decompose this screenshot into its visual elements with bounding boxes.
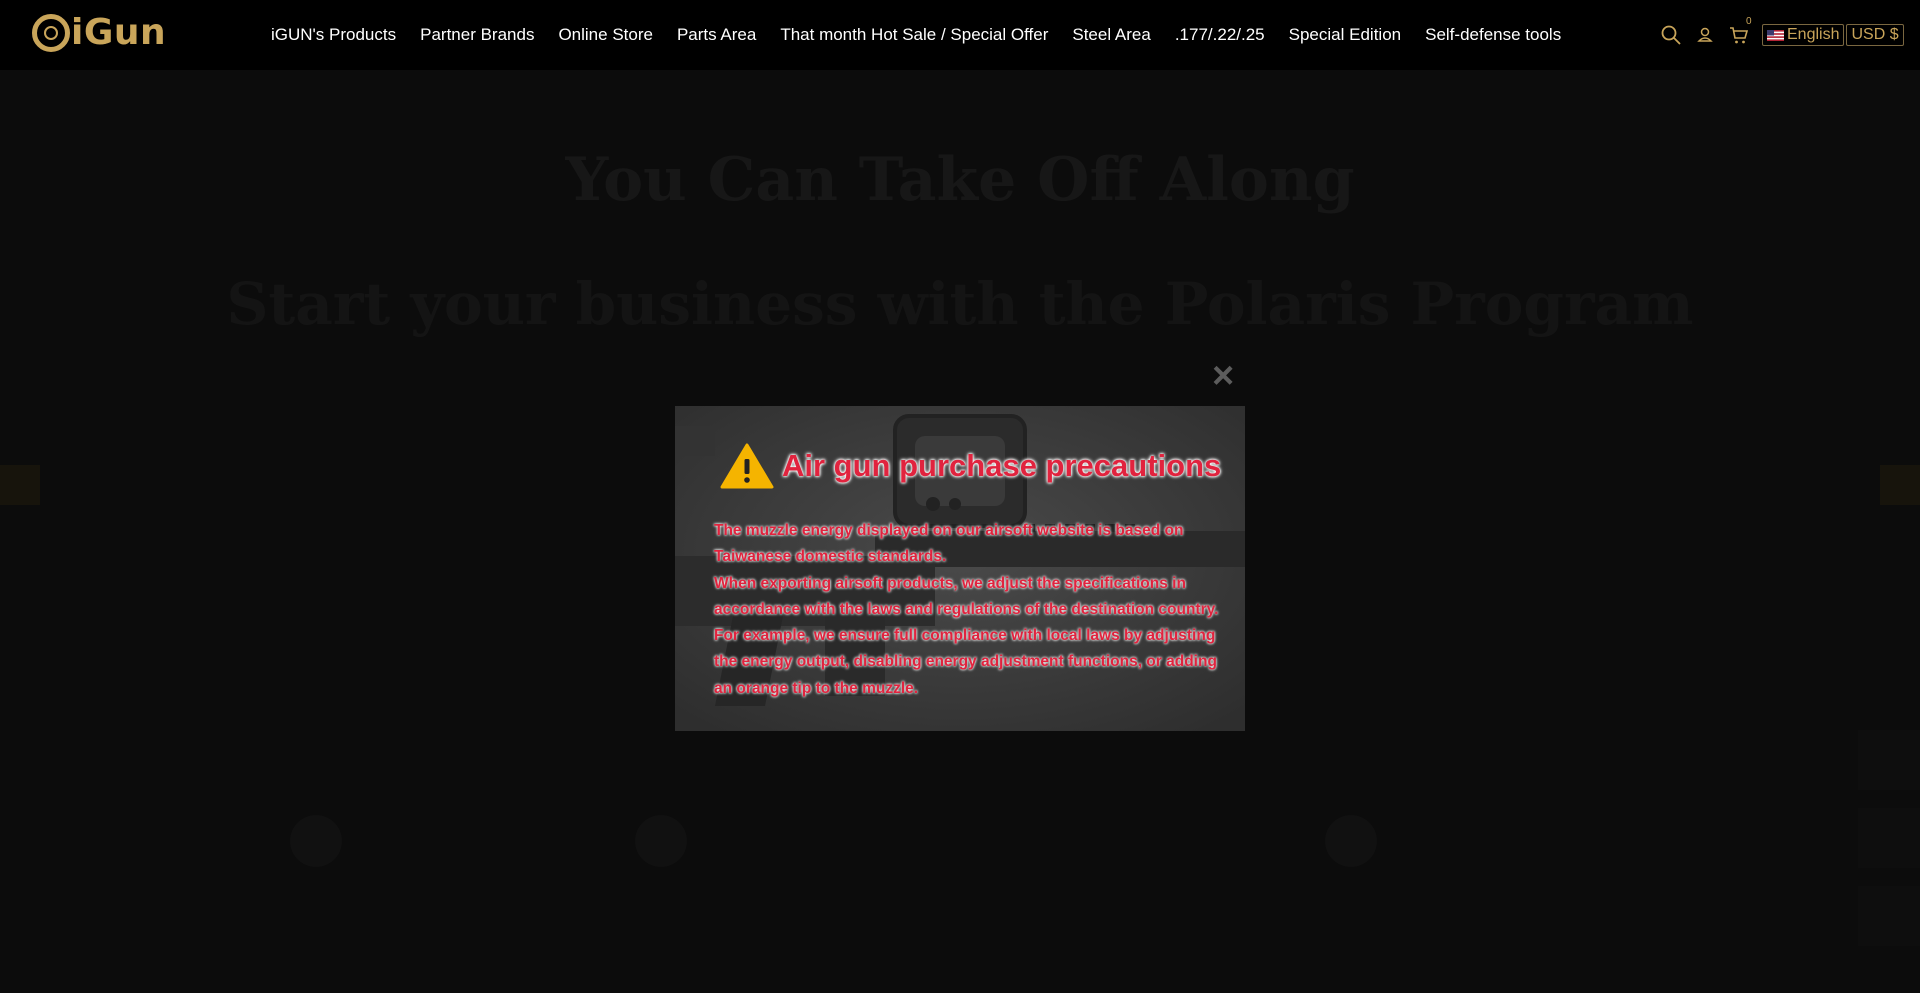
modal-text-line: the energy output, disabling energy adju… [714, 653, 1217, 671]
user-icon[interactable] [1694, 24, 1716, 46]
modal-body: The muzzle energy displayed on our airso… [714, 518, 1224, 702]
modal-header: Air gun purchase precautions [720, 442, 1221, 490]
us-flag-icon [1767, 29, 1784, 41]
modal-text-line: For example, we ensure full compliance w… [714, 627, 1216, 645]
precautions-modal: Air gun purchase precautions The muzzle … [675, 406, 1245, 731]
nav-item-hot-sale[interactable]: That month Hot Sale / Special Offer [780, 25, 1048, 45]
modal-text-line: an orange tip to the muzzle. [714, 679, 919, 697]
language-label: English [1787, 26, 1840, 43]
search-icon[interactable] [1660, 24, 1682, 46]
modal-title: Air gun purchase precautions [782, 448, 1222, 483]
header-tools: 0 English USD $ [1660, 0, 1906, 70]
logo-mark-icon [32, 13, 70, 52]
nav-item-partner-brands[interactable]: Partner Brands [420, 25, 534, 45]
nav-item-self-defense[interactable]: Self-defense tools [1425, 25, 1561, 45]
modal-text-line: Taiwanese domestic standards. [714, 548, 947, 566]
nav-item-special-edition[interactable]: Special Edition [1289, 25, 1401, 45]
nav-item-online-store[interactable]: Online Store [558, 25, 653, 45]
nav-item-parts-area[interactable]: Parts Area [677, 25, 756, 45]
logo-text: iGun [71, 12, 167, 53]
cart-icon[interactable]: 0 [1728, 16, 1752, 46]
currency-selector[interactable]: USD $ [1846, 24, 1904, 46]
modal-text-line: The muzzle energy displayed on our airso… [714, 522, 1184, 539]
site-logo[interactable]: iGun [32, 12, 166, 53]
language-selector[interactable]: English [1762, 24, 1845, 46]
modal-text-line: When exporting airsoft products, we adju… [714, 574, 1186, 592]
main-nav: iGUN's Products Partner Brands Online St… [271, 0, 1585, 70]
nav-item-steel-area[interactable]: Steel Area [1072, 25, 1150, 45]
cart-count-badge: 0 [1746, 16, 1752, 27]
modal-text-line: accordance with the laws and regulations… [714, 600, 1219, 618]
warning-icon [720, 443, 774, 489]
nav-item-igun-products[interactable]: iGUN's Products [271, 25, 396, 45]
close-icon[interactable]: × [1212, 357, 1234, 395]
site-header: iGun iGUN's Products Partner Brands Onli… [0, 0, 1920, 70]
nav-item-calibers[interactable]: .177/.22/.25 [1175, 25, 1265, 45]
